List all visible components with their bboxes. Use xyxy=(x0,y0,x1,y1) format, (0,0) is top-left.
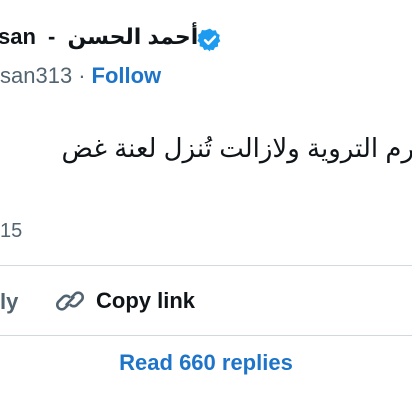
tweet-embed: san - أحمد الحسن san313 · Follow رم التروي… xyxy=(0,0,412,412)
divider-bottom xyxy=(0,335,412,336)
actions-row: ly Copy link xyxy=(0,285,412,321)
link-icon xyxy=(55,291,85,311)
tweet-text-line-2: . xyxy=(0,172,412,220)
dot-separator: · xyxy=(78,63,86,88)
verified-badge-icon xyxy=(197,28,221,52)
author-handle[interactable]: san313 xyxy=(0,63,72,88)
author-name-arabic: أحمد الحسن xyxy=(67,24,199,49)
handle-row: san313 · Follow xyxy=(0,63,161,89)
author-name-latin: san xyxy=(0,24,36,49)
divider-top xyxy=(0,265,412,266)
tweet-text-line-1: رم التروية ولازالت تُنزل لعنة غض xyxy=(61,133,412,163)
tweet-text: رم التروية ولازالت تُنزل لعنة غض . xyxy=(0,124,412,220)
reply-button[interactable]: ly xyxy=(0,289,18,315)
author-name[interactable]: san - أحمد الحسن xyxy=(0,24,198,50)
name-separator: - xyxy=(48,24,56,49)
read-replies-button[interactable]: Read 660 replies xyxy=(0,350,412,376)
tweet-timestamp[interactable]: 15 xyxy=(0,220,22,243)
copy-link-button[interactable]: Copy link xyxy=(54,285,195,317)
follow-button[interactable]: Follow xyxy=(92,63,162,88)
copy-link-label: Copy link xyxy=(96,288,196,313)
